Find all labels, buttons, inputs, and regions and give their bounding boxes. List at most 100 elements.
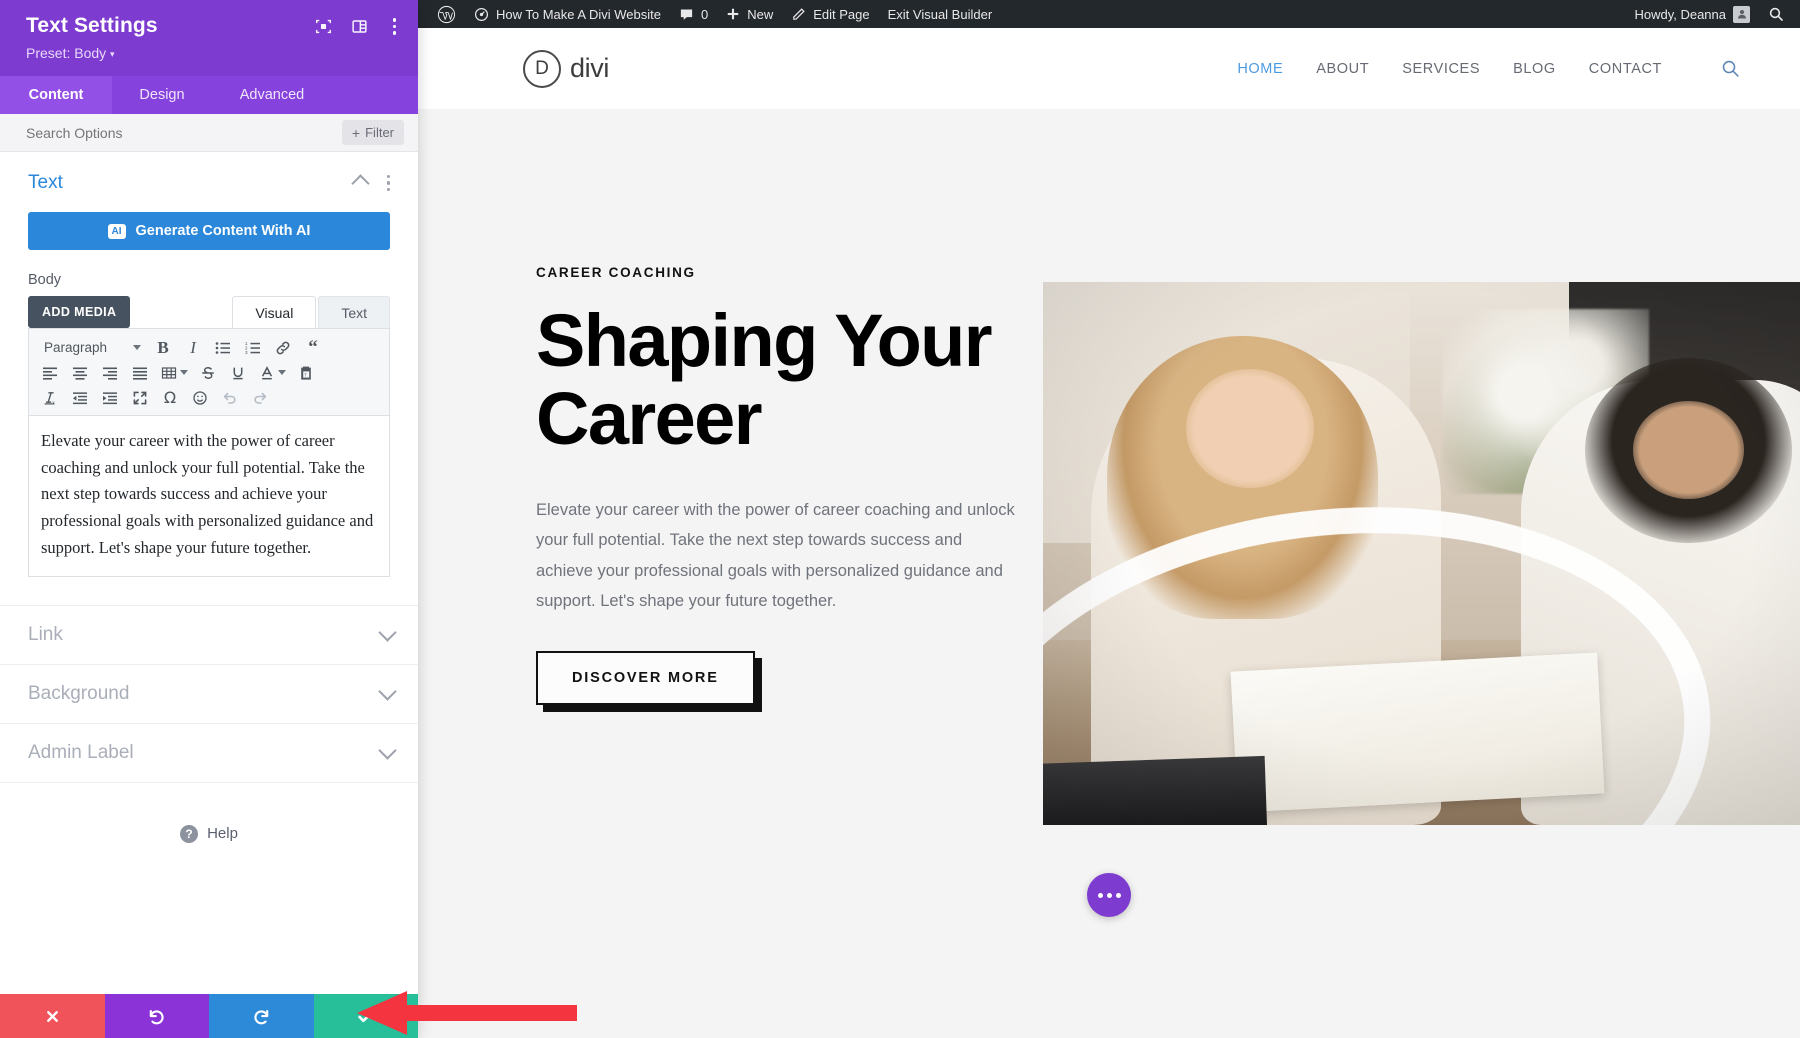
screen-root: Text Settings Preset: Body ▾ Content Des… bbox=[0, 0, 1800, 1038]
panel-preset-selector[interactable]: Preset: Body ▾ bbox=[26, 45, 158, 61]
nav-item-contact[interactable]: CONTACT bbox=[1589, 61, 1662, 77]
align-right-icon[interactable] bbox=[95, 360, 125, 385]
help-link[interactable]: ? Help bbox=[0, 824, 418, 843]
more-vertical-icon[interactable] bbox=[387, 18, 403, 35]
new-item[interactable]: New bbox=[717, 0, 782, 28]
howdy-item[interactable]: Howdy, Deanna bbox=[1625, 0, 1759, 28]
filter-button[interactable]: + Filter bbox=[341, 120, 404, 145]
save-button[interactable] bbox=[313, 994, 418, 1038]
add-media-button[interactable]: ADD MEDIA bbox=[28, 296, 131, 328]
outdent-icon[interactable] bbox=[65, 385, 95, 410]
blockquote-icon[interactable]: “ bbox=[298, 335, 328, 360]
new-label: New bbox=[747, 6, 774, 22]
redo-button[interactable] bbox=[209, 994, 314, 1038]
numbered-list-icon[interactable]: 1 2 3 bbox=[238, 335, 268, 360]
divi-logo[interactable]: D divi bbox=[523, 49, 609, 88]
redo-icon bbox=[254, 1009, 269, 1024]
paste-as-text-icon[interactable]: T bbox=[291, 360, 321, 385]
exit-visual-builder-item[interactable]: Exit Visual Builder bbox=[879, 0, 1002, 28]
body-editor-textarea[interactable]: Elevate your career with the power of ca… bbox=[28, 415, 390, 577]
checkmark-icon bbox=[358, 1011, 373, 1022]
clear-formatting-icon[interactable]: x bbox=[35, 385, 65, 410]
caret-down-icon: ▾ bbox=[110, 49, 115, 59]
text-section-controls bbox=[350, 173, 397, 193]
emoji-icon[interactable] bbox=[185, 385, 215, 410]
edit-page-item[interactable]: Edit Page bbox=[782, 0, 878, 28]
undo-icon bbox=[149, 1009, 164, 1024]
chevron-down-icon bbox=[277, 370, 286, 375]
panel-title: Text Settings bbox=[26, 14, 158, 37]
tab-text[interactable]: Text bbox=[318, 296, 390, 328]
format-select[interactable]: Paragraph bbox=[35, 335, 148, 360]
bulleted-list-icon[interactable] bbox=[208, 335, 238, 360]
strikethrough-icon[interactable] bbox=[193, 360, 223, 385]
wp-search-icon[interactable] bbox=[1759, 0, 1800, 28]
accordion-admin-label[interactable]: Admin Label bbox=[0, 724, 418, 783]
accordion-admin-label-label: Admin Label bbox=[28, 741, 134, 763]
text-section-title: Text bbox=[28, 172, 63, 193]
tab-visual[interactable]: Visual bbox=[232, 296, 317, 328]
panel-header: Text Settings Preset: Body ▾ bbox=[0, 0, 418, 76]
chevron-down-icon bbox=[378, 740, 397, 760]
section-more-vertical-icon[interactable] bbox=[381, 174, 397, 192]
editor-toolbar: Paragraph B I 1 2 3 “ T x Ω bbox=[28, 328, 390, 415]
cancel-button[interactable] bbox=[0, 994, 105, 1038]
generate-content-with-ai-button[interactable]: AI Generate Content With AI bbox=[28, 212, 390, 250]
fullscreen-icon[interactable] bbox=[125, 385, 155, 410]
layout-panel-icon[interactable] bbox=[351, 18, 368, 35]
tab-design[interactable]: Design bbox=[112, 76, 212, 114]
tab-advanced[interactable]: Advanced bbox=[212, 76, 332, 114]
discover-more-button[interactable]: DISCOVER MORE bbox=[536, 650, 755, 705]
undo-icon[interactable] bbox=[215, 385, 245, 410]
ellipsis-fab-icon[interactable] bbox=[1087, 873, 1131, 917]
tab-content[interactable]: Content bbox=[0, 76, 112, 114]
pencil-icon bbox=[793, 7, 805, 20]
chevron-up-icon[interactable] bbox=[350, 173, 370, 193]
logo-ring-icon: D bbox=[523, 49, 561, 88]
panel-header-icons bbox=[315, 18, 403, 35]
nav-item-about[interactable]: ABOUT bbox=[1316, 61, 1369, 77]
search-options-input[interactable] bbox=[26, 124, 256, 141]
focus-target-icon[interactable] bbox=[315, 18, 332, 35]
wordpress-logo-icon[interactable] bbox=[428, 0, 465, 28]
table-icon[interactable] bbox=[155, 360, 193, 385]
toolbar-row-2: T bbox=[35, 360, 383, 385]
bold-icon[interactable]: B bbox=[148, 335, 178, 360]
accordion-link-label: Link bbox=[28, 623, 63, 645]
help-icon: ? bbox=[180, 824, 199, 843]
dashboard-icon bbox=[474, 7, 489, 21]
underline-icon[interactable] bbox=[223, 360, 253, 385]
link-icon[interactable] bbox=[268, 335, 298, 360]
indent-icon[interactable] bbox=[95, 385, 125, 410]
nav-item-services[interactable]: SERVICES bbox=[1402, 61, 1480, 77]
toolbar-row-3: x Ω bbox=[35, 385, 383, 410]
special-character-icon[interactable]: Ω bbox=[155, 385, 185, 410]
comments-item[interactable]: 0 bbox=[670, 0, 717, 28]
site-header: D divi HOME ABOUT SERVICES BLOG CONTACT bbox=[418, 28, 1800, 110]
undo-button[interactable] bbox=[104, 994, 209, 1038]
align-justify-icon[interactable] bbox=[125, 360, 155, 385]
format-select-value: Paragraph bbox=[44, 340, 108, 355]
comment-bubble-icon bbox=[680, 8, 693, 20]
panel-tabs: Content Design Advanced bbox=[0, 76, 418, 114]
nav-item-blog[interactable]: BLOG bbox=[1513, 61, 1556, 77]
align-left-icon[interactable] bbox=[35, 360, 65, 385]
redo-icon[interactable] bbox=[245, 385, 275, 410]
accordion-background[interactable]: Background bbox=[0, 665, 418, 724]
wp-admin-bar: How To Make A Divi Website 0 New Edit Pa… bbox=[418, 0, 1800, 28]
panel-preset-label: Preset: Body bbox=[26, 45, 107, 61]
text-color-icon[interactable] bbox=[253, 360, 291, 385]
accordion-link[interactable]: Link bbox=[0, 606, 418, 665]
align-center-icon[interactable] bbox=[65, 360, 95, 385]
search-icon[interactable] bbox=[1721, 59, 1740, 78]
accordion-background-label: Background bbox=[28, 682, 130, 704]
close-icon bbox=[46, 1010, 58, 1022]
photo-vignette bbox=[1043, 282, 1800, 825]
site-name-item[interactable]: How To Make A Divi Website bbox=[465, 0, 670, 28]
chevron-down-icon bbox=[133, 345, 142, 350]
italic-icon[interactable]: I bbox=[178, 335, 208, 360]
nav-item-home[interactable]: HOME bbox=[1237, 61, 1283, 77]
hero-section: CAREER COACHING Shaping Your Career Elev… bbox=[418, 110, 1800, 855]
search-options-row: + Filter bbox=[0, 114, 418, 152]
avatar bbox=[1733, 5, 1750, 23]
